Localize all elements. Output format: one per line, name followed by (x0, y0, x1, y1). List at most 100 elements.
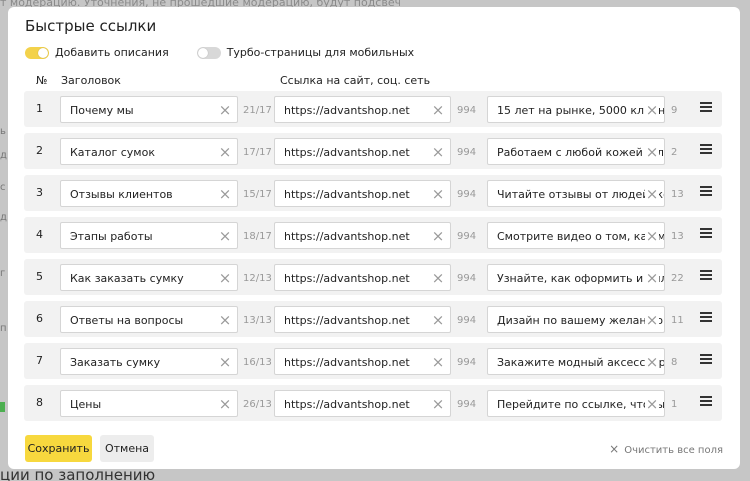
table-row: 7 Заказать сумку × 16/13 https://advantshop.… (24, 343, 722, 379)
title-input[interactable]: Почему мы × (60, 96, 238, 123)
description-input[interactable]: Работаем с любой кожей и любы× (487, 138, 665, 165)
drag-handle-icon[interactable] (700, 144, 712, 156)
link-input[interactable]: https://advantshop.net × (274, 138, 451, 165)
save-button[interactable]: Сохранить (25, 435, 92, 462)
title-input[interactable]: Заказать сумку × (60, 348, 238, 375)
close-icon[interactable]: × (431, 229, 445, 244)
drag-handle-icon[interactable] (700, 354, 712, 366)
close-icon[interactable]: × (218, 355, 232, 370)
description-input[interactable]: Смотрите видео о том, как мы с× (487, 222, 665, 249)
background-fragment: п (0, 323, 7, 334)
header-title: Заголовок (61, 74, 121, 87)
row-number: 8 (36, 396, 43, 409)
toggle-switch-off[interactable] (196, 46, 221, 59)
drag-handle-icon[interactable] (700, 228, 712, 240)
background-fragment: с (0, 182, 6, 193)
drag-handle-icon[interactable] (700, 186, 712, 198)
close-icon[interactable]: × (431, 103, 445, 118)
close-icon: × (609, 442, 620, 456)
toggle-add-descriptions[interactable]: Добавить описания (25, 46, 169, 59)
close-icon[interactable]: × (431, 397, 445, 412)
title-input[interactable]: Отзывы клиентов × (60, 180, 238, 207)
link-counter: 994 (457, 357, 477, 368)
drag-handle-icon[interactable] (700, 396, 712, 408)
close-icon[interactable]: × (645, 103, 659, 118)
close-icon[interactable]: × (645, 271, 659, 286)
title-value: Почему мы (70, 104, 134, 117)
description-input[interactable]: Дизайн по вашему желанию. Ма× (487, 306, 665, 333)
description-counter: 9 (671, 105, 678, 116)
close-icon[interactable]: × (431, 187, 445, 202)
clear-all-label: Очистить все поля (624, 445, 723, 456)
description-value: Читайте отзывы от людей, котор (497, 188, 664, 201)
drag-handle-icon[interactable] (700, 102, 712, 114)
close-icon[interactable]: × (645, 397, 659, 412)
close-icon[interactable]: × (218, 229, 232, 244)
link-input[interactable]: https://advantshop.net × (274, 264, 451, 291)
title-input[interactable]: Как заказать сумку × (60, 264, 238, 291)
close-icon[interactable]: × (218, 145, 232, 160)
link-input[interactable]: https://advantshop.net × (274, 306, 451, 333)
close-icon[interactable]: × (645, 145, 659, 160)
close-icon[interactable]: × (218, 271, 232, 286)
description-input[interactable]: Закажите модный аксессуар у н× (487, 348, 665, 375)
table-row: 1 Почему мы × 21/17 https://advantshop.net × 9… (24, 91, 722, 127)
modal-title: Быстрые ссылки (25, 17, 157, 35)
drag-handle-icon[interactable] (700, 270, 712, 282)
link-value: https://advantshop.net (284, 230, 410, 243)
description-input[interactable]: Читайте отзывы от людей, котор× (487, 180, 665, 207)
close-icon[interactable]: × (218, 103, 232, 118)
table-row: 6 Ответы на вопросы × 13/13 https://advantsh… (24, 301, 722, 337)
description-input[interactable]: 15 лет на рынке, 5000 клиентов,× (487, 96, 665, 123)
clear-all-button[interactable]: × Очистить все поля (609, 442, 723, 456)
close-icon[interactable]: × (431, 355, 445, 370)
table-row: 4 Этапы работы × 18/17 https://advantshop.ne… (24, 217, 722, 253)
link-counter: 994 (457, 231, 477, 242)
link-input[interactable]: https://advantshop.net × (274, 180, 451, 207)
cancel-button[interactable]: Отмена (100, 435, 154, 462)
close-icon[interactable]: × (218, 397, 232, 412)
header-num: № (36, 74, 48, 87)
link-input[interactable]: https://advantshop.net × (274, 96, 451, 123)
link-input[interactable]: https://advantshop.net × (274, 222, 451, 249)
close-icon[interactable]: × (218, 187, 232, 202)
description-input[interactable]: Узнайте, как оформить и оплати× (487, 264, 665, 291)
title-input[interactable]: Этапы работы × (60, 222, 238, 249)
title-counter: 26/13 (243, 399, 272, 410)
link-input[interactable]: https://advantshop.net × (274, 348, 451, 375)
row-number: 2 (36, 144, 43, 157)
header-link: Ссылка на сайт, соц. сеть (280, 74, 431, 87)
title-counter: 13/13 (243, 315, 272, 326)
close-icon[interactable]: × (645, 355, 659, 370)
background-green-mark (0, 402, 5, 412)
title-input[interactable]: Цены × (60, 390, 238, 417)
background-fragment: г (0, 268, 6, 279)
toggle-label: Добавить описания (55, 46, 169, 59)
close-icon[interactable]: × (645, 313, 659, 328)
close-icon[interactable]: × (431, 271, 445, 286)
close-icon[interactable]: × (645, 229, 659, 244)
close-icon[interactable]: × (431, 313, 445, 328)
toggles-bar: Добавить описания Турбо-страницы для моб… (25, 46, 442, 59)
link-value: https://advantshop.net (284, 272, 410, 285)
row-number: 5 (36, 270, 43, 283)
description-input[interactable]: Перейдите по ссылке, чтобы узн× (487, 390, 665, 417)
title-value: Заказать сумку (70, 356, 161, 369)
title-input[interactable]: Ответы на вопросы × (60, 306, 238, 333)
title-counter: 16/13 (243, 357, 272, 368)
link-value: https://advantshop.net (284, 398, 410, 411)
title-value: Каталог сумок (70, 146, 155, 159)
row-number: 6 (36, 312, 43, 325)
close-icon[interactable]: × (218, 313, 232, 328)
title-counter: 12/13 (243, 273, 272, 284)
toggle-turbo-pages[interactable]: Турбо-страницы для мобильных (196, 46, 414, 59)
description-counter: 13 (671, 189, 684, 200)
close-icon[interactable]: × (645, 187, 659, 202)
link-input[interactable]: https://advantshop.net × (274, 390, 451, 417)
toggle-switch-on[interactable] (25, 46, 49, 59)
title-input[interactable]: Каталог сумок × (60, 138, 238, 165)
drag-handle-icon[interactable] (700, 312, 712, 324)
row-number: 3 (36, 186, 43, 199)
close-icon[interactable]: × (431, 145, 445, 160)
link-counter: 994 (457, 273, 477, 284)
